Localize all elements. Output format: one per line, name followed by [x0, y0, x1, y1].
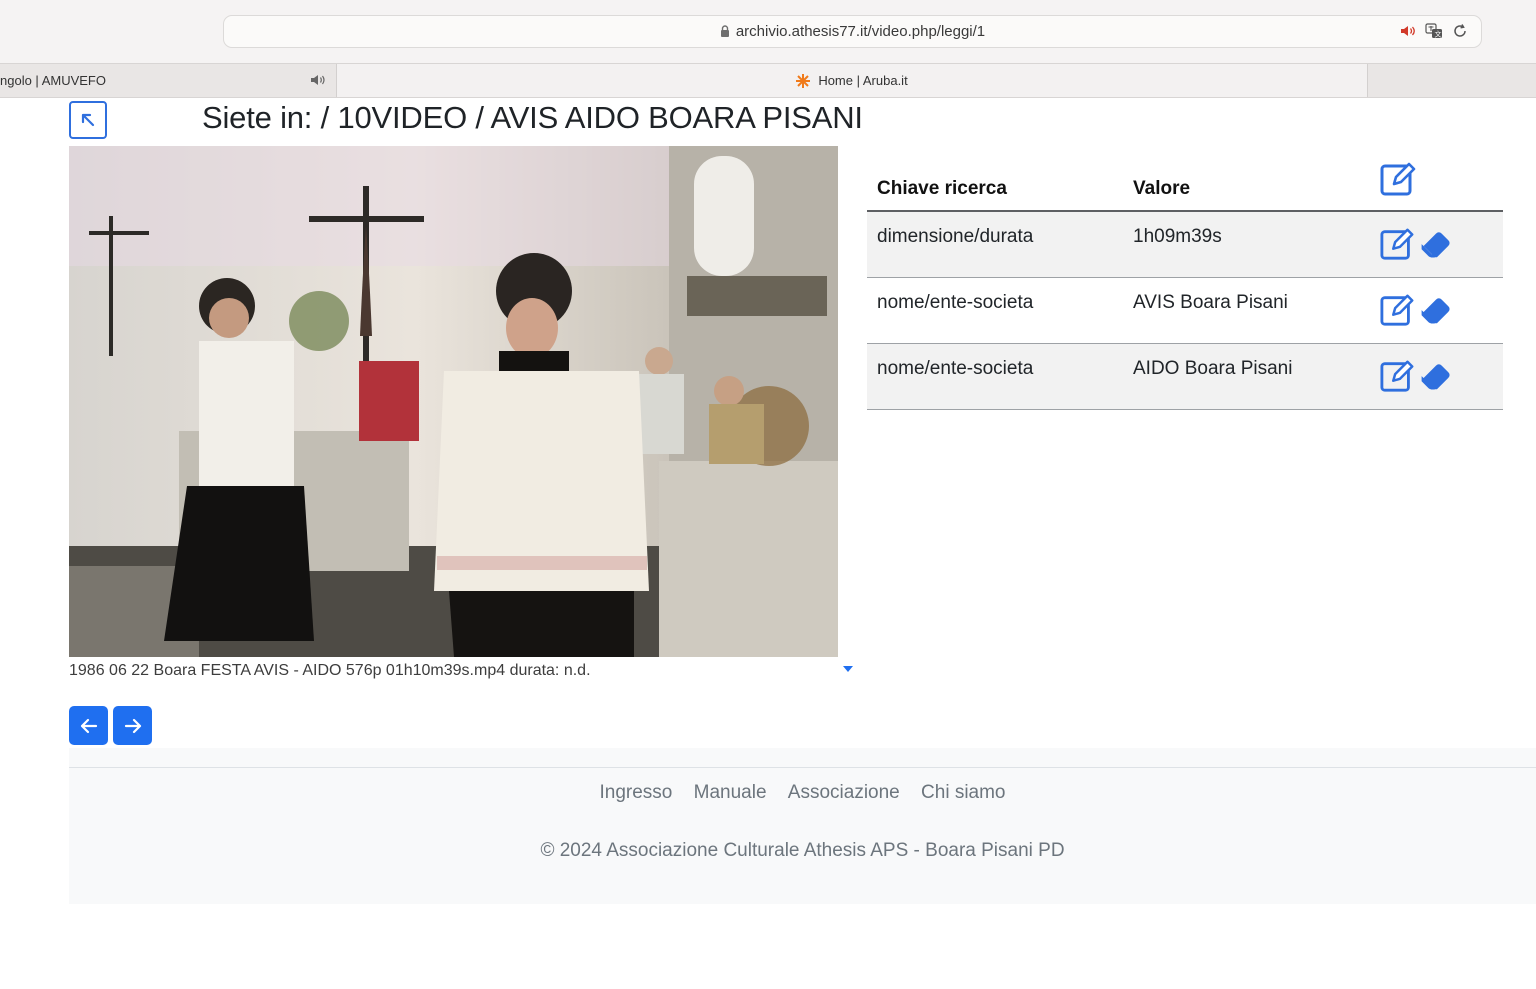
footer-link-ingresso[interactable]: Ingresso	[599, 782, 672, 803]
video-player[interactable]	[69, 146, 838, 657]
eraser-icon[interactable]	[1418, 292, 1454, 328]
row-key: nome/ente-societa	[877, 358, 1034, 379]
tab-aruba[interactable]: Home | Aruba.it	[336, 64, 1368, 97]
metadata-table: Chiave ricerca Valore dimensione/durata …	[867, 158, 1503, 410]
table-header: Chiave ricerca Valore	[867, 158, 1503, 212]
url-text: archivio.athesis77.it/video.php/leggi/1	[735, 23, 986, 40]
tab-label: Home | Aruba.it	[818, 73, 908, 88]
address-bar[interactable]: archivio.athesis77.it/video.php/leggi/1 …	[223, 15, 1482, 48]
row-value: AIDO Boara Pisani	[1133, 358, 1293, 379]
reload-icon[interactable]	[1451, 22, 1469, 40]
browser-chrome: archivio.athesis77.it/video.php/leggi/1 …	[0, 0, 1536, 98]
table-row: nome/ente-societa AIDO Boara Pisani	[867, 344, 1503, 410]
previous-button[interactable]	[69, 706, 108, 745]
translate-icon[interactable]: 文	[1425, 22, 1443, 40]
edit-icon[interactable]	[1380, 358, 1416, 394]
header-chiave-ricerca: Chiave ricerca	[877, 178, 1007, 199]
aruba-favicon-icon	[796, 73, 811, 88]
footer-link-manuale[interactable]: Manuale	[694, 782, 767, 803]
tab-label: ngolo | AMUVEFO	[0, 73, 106, 88]
row-value: 1h09m39s	[1133, 226, 1222, 247]
footer-link-associazione[interactable]: Associazione	[788, 782, 900, 803]
row-value: AVIS Boara Pisani	[1133, 292, 1288, 313]
tab-amuvefo[interactable]: ngolo | AMUVEFO	[0, 64, 336, 97]
arrow-left-icon	[80, 718, 97, 733]
arrow-up-left-icon	[81, 113, 95, 127]
audio-playing-icon[interactable]	[310, 73, 328, 87]
svg-text:文: 文	[1435, 30, 1442, 39]
footer-divider	[69, 767, 1536, 768]
arrow-right-icon	[124, 718, 141, 733]
table-row: dimensione/durata 1h09m39s	[867, 212, 1503, 278]
edit-icon[interactable]	[1380, 226, 1416, 262]
copyright: © 2024 Associazione Culturale Athesis AP…	[540, 840, 1065, 861]
footer: Ingresso Manuale Associazione Chi siamo …	[69, 748, 1536, 904]
video-frame-image	[69, 146, 838, 657]
add-edit-icon[interactable]	[1380, 160, 1418, 198]
eraser-icon[interactable]	[1418, 358, 1454, 394]
footer-nav: Ingresso Manuale Associazione Chi siamo	[69, 782, 1536, 804]
row-key: nome/ente-societa	[877, 292, 1034, 313]
row-key: dimensione/durata	[877, 226, 1034, 247]
tab-strip: ngolo | AMUVEFO Home | Aruba.it	[0, 63, 1536, 98]
video-caption: 1986 06 22 Boara FESTA AVIS - AIDO 576p …	[69, 662, 591, 679]
edit-icon[interactable]	[1380, 292, 1416, 328]
table-row: nome/ente-societa AVIS Boara Pisani	[867, 278, 1503, 344]
eraser-icon[interactable]	[1418, 226, 1454, 262]
back-button[interactable]	[69, 101, 107, 139]
footer-link-chi-siamo[interactable]: Chi siamo	[921, 782, 1005, 803]
lock-icon	[720, 25, 729, 37]
header-valore: Valore	[1133, 178, 1191, 199]
url-display[interactable]: archivio.athesis77.it/video.php/leggi/1	[224, 23, 1481, 40]
speaker-icon[interactable]	[1399, 22, 1417, 40]
page-title: Siete in: / 10VIDEO / AVIS AIDO BOARA PI…	[202, 100, 863, 135]
caret-down-icon[interactable]	[843, 666, 853, 672]
next-button[interactable]	[113, 706, 152, 745]
